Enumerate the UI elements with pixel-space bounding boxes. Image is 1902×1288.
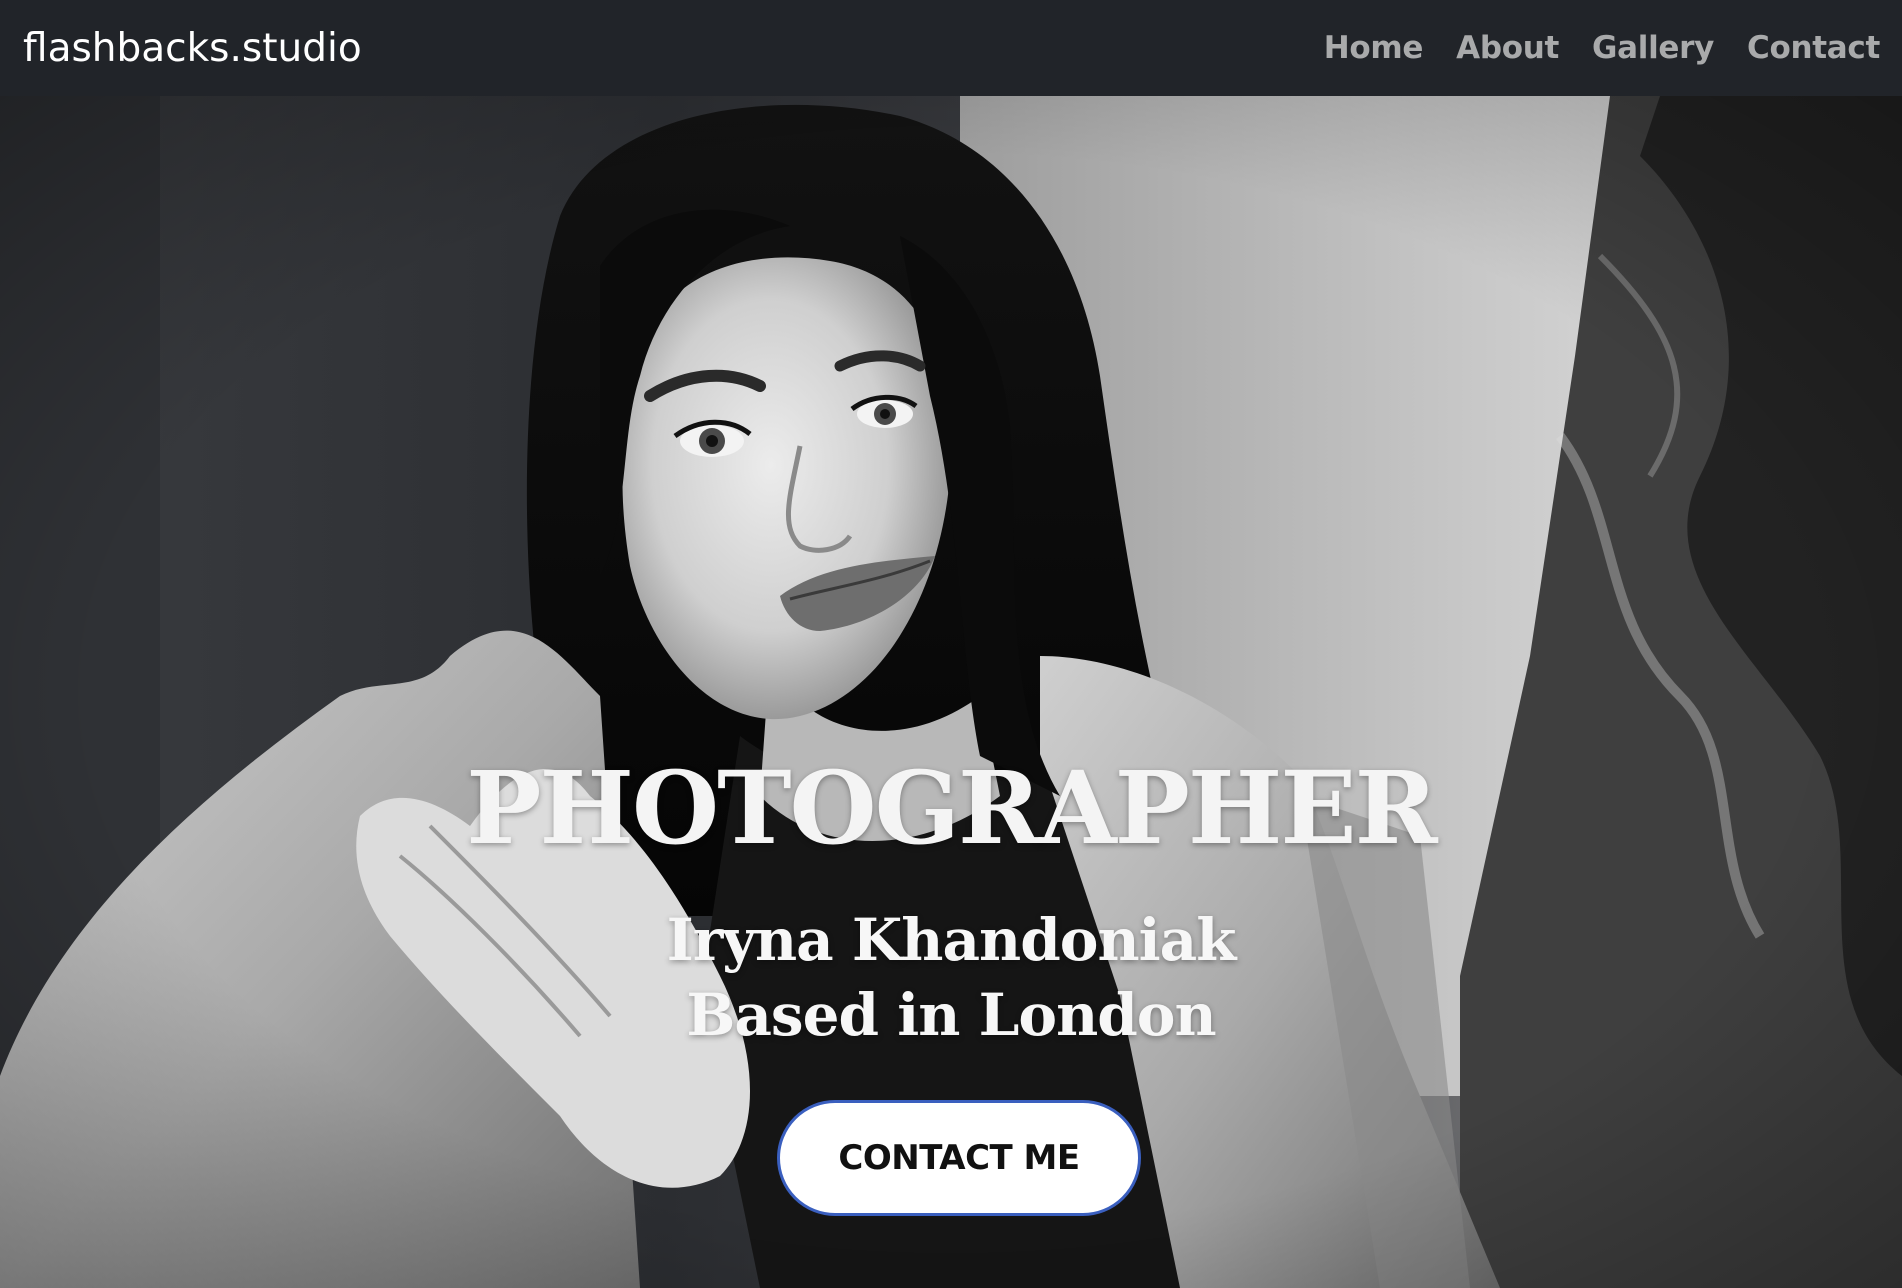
hero-location: Based in London — [686, 981, 1216, 1049]
nav-link-about[interactable]: About — [1456, 30, 1559, 66]
hero-name: Iryna Khandoniak — [666, 906, 1237, 974]
nav-link-contact[interactable]: Contact — [1747, 30, 1880, 66]
hero-headline: PHOTOGRAPHER — [466, 749, 1437, 867]
navbar: flashbacks.studio Home About Gallery Con… — [0, 0, 1902, 96]
brand-logo[interactable]: flashbacks.studio — [23, 26, 362, 71]
nav-link-gallery[interactable]: Gallery — [1592, 30, 1714, 66]
hero-section: PHOTOGRAPHER Iryna Khandoniak Based in L… — [0, 96, 1902, 1288]
nav-link-home[interactable]: Home — [1324, 30, 1424, 66]
main-nav: Home About Gallery Contact — [1324, 30, 1881, 66]
contact-me-button[interactable]: CONTACT ME — [777, 1100, 1141, 1216]
